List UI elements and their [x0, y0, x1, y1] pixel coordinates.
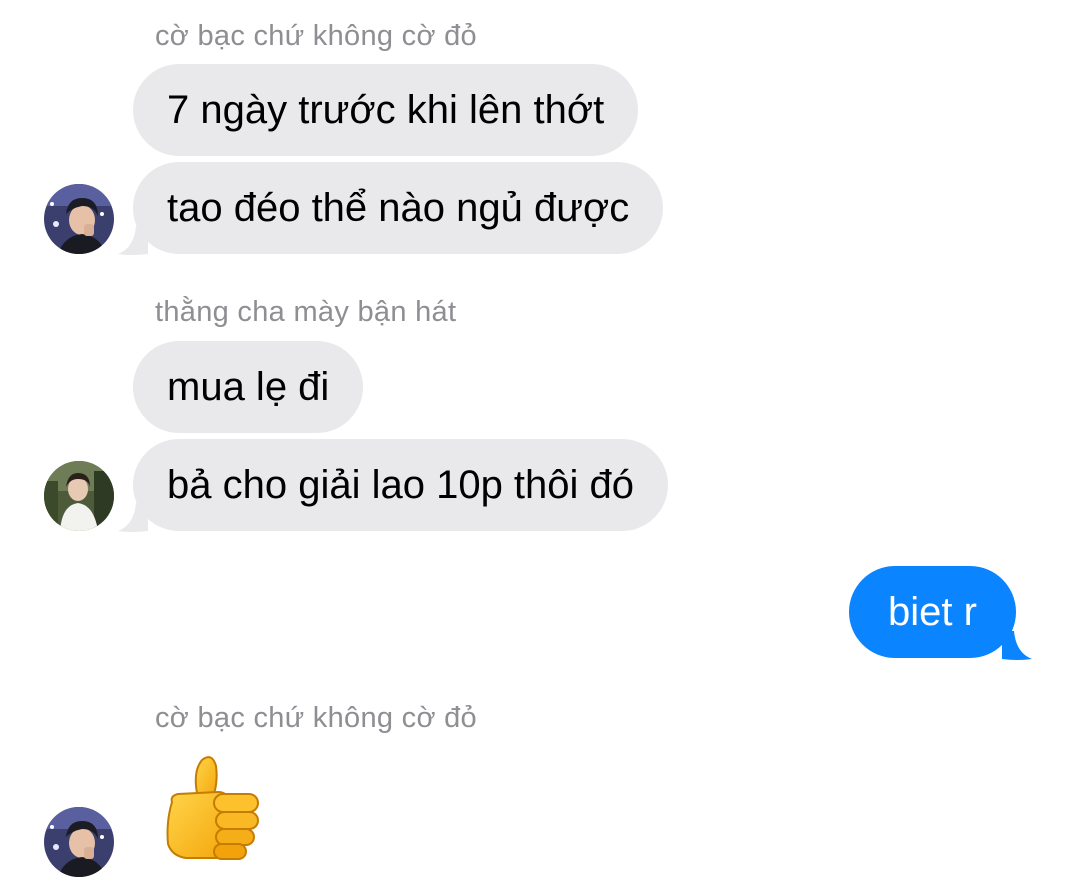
bubble-tail [1002, 631, 1032, 660]
sender-name: cờ bạc chứ không cờ đỏ [155, 702, 477, 734]
outgoing-message-bubble[interactable]: biet r [849, 566, 1016, 658]
incoming-message-bubble[interactable]: bả cho giải lao 10p thôi đó [133, 439, 669, 531]
incoming-message-bubble[interactable]: mua lẹ đi [133, 341, 364, 433]
thumbs-up-icon[interactable] [158, 752, 268, 864]
sender-name: thằng cha mày bận hát [155, 296, 457, 328]
avatar-photo-icon [44, 807, 114, 877]
avatar[interactable] [44, 184, 114, 254]
avatar[interactable] [44, 461, 114, 531]
avatar-photo-icon [44, 461, 114, 531]
avatar-photo-icon [44, 184, 114, 254]
incoming-message-bubble[interactable]: 7 ngày trước khi lên thớt [133, 64, 639, 156]
incoming-message-bubble[interactable]: tao đéo thể nào ngủ được [133, 162, 664, 254]
sender-name: cờ bạc chứ không cờ đỏ [155, 20, 477, 52]
message-thread: cờ bạc chứ không cờ đỏ 7 ngày trước khi … [0, 0, 1080, 887]
avatar[interactable] [44, 807, 114, 877]
